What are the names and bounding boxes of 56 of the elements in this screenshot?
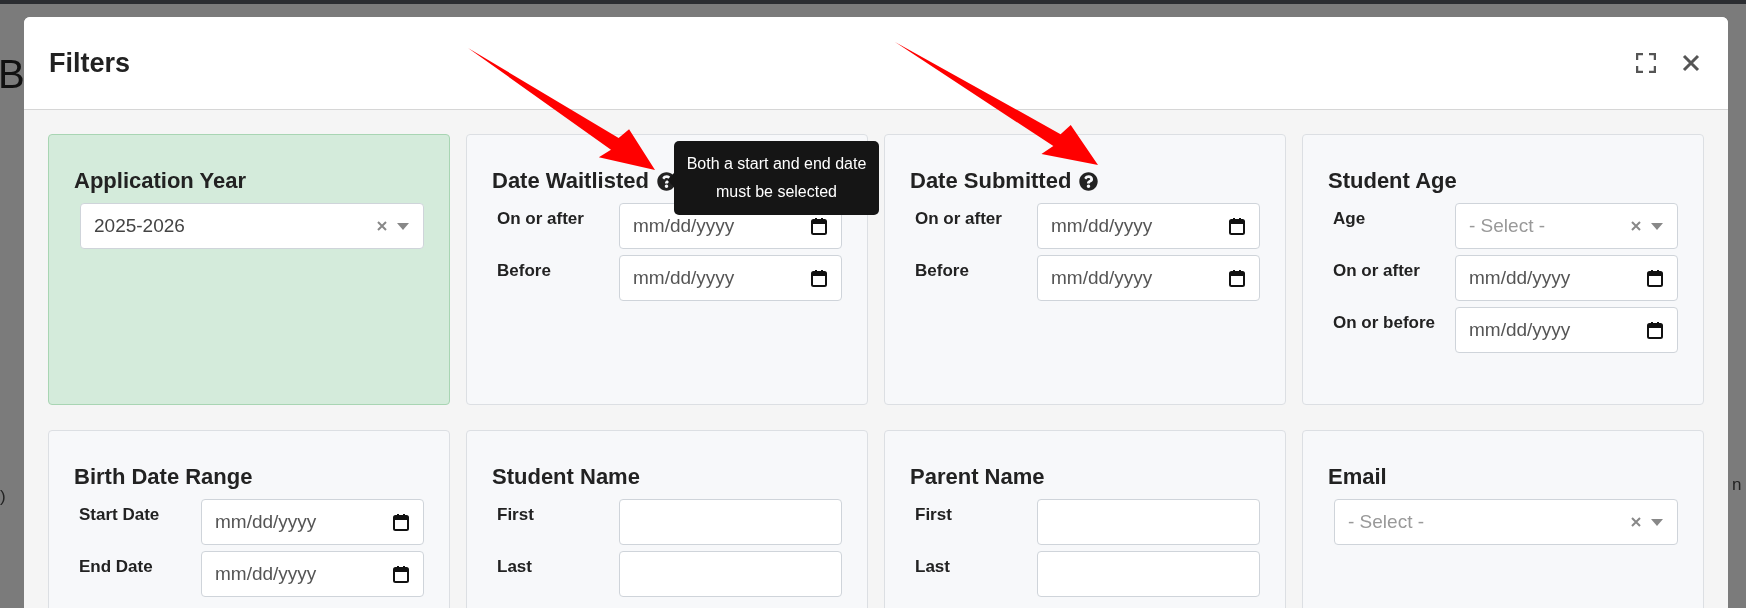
clear-icon[interactable] bbox=[377, 221, 387, 231]
help-icon[interactable] bbox=[656, 171, 676, 191]
date-field[interactable]: mm/dd/yyyy bbox=[1037, 255, 1260, 301]
text-field[interactable] bbox=[619, 499, 842, 545]
clear-icon[interactable] bbox=[1631, 221, 1641, 231]
card-title: Student Name bbox=[492, 463, 640, 491]
field-label: Before bbox=[914, 260, 970, 282]
close-icon[interactable] bbox=[1682, 54, 1700, 72]
caret-icon[interactable] bbox=[397, 222, 409, 230]
calendar-icon[interactable] bbox=[811, 269, 827, 287]
caret-icon[interactable] bbox=[1651, 222, 1663, 230]
date-field[interactable]: mm/dd/yyyy bbox=[619, 255, 842, 301]
field-label: On or after bbox=[914, 208, 1003, 230]
text-field[interactable] bbox=[1037, 499, 1260, 545]
date-field[interactable]: mm/dd/yyyy bbox=[1037, 203, 1260, 249]
field-label: On or before bbox=[1332, 312, 1436, 334]
card-title: Parent Name bbox=[910, 463, 1045, 491]
clear-icon[interactable] bbox=[1631, 517, 1641, 527]
calendar-icon[interactable] bbox=[1229, 217, 1245, 235]
caret-icon[interactable] bbox=[1651, 518, 1663, 526]
field-label: Last bbox=[496, 556, 533, 578]
field-label: Last bbox=[914, 556, 951, 578]
page-heading-fragment: B bbox=[0, 51, 25, 98]
field-label: End Date bbox=[78, 556, 154, 578]
card-title: Date Waitlisted bbox=[492, 167, 649, 195]
field-label: First bbox=[496, 504, 535, 526]
page-text-fragment: n bbox=[1732, 474, 1742, 496]
help-icon[interactable] bbox=[1079, 171, 1099, 191]
card-title: Application Year bbox=[74, 167, 246, 195]
field-label: Before bbox=[496, 260, 552, 282]
modal-title: Filters bbox=[49, 46, 132, 80]
date-field[interactable]: mm/dd/yyyy bbox=[1455, 255, 1678, 301]
text-field[interactable] bbox=[619, 551, 842, 597]
calendar-icon[interactable] bbox=[1647, 321, 1663, 339]
card-title: Date Submitted bbox=[910, 167, 1072, 195]
card-title: Student Age bbox=[1328, 167, 1457, 195]
date-field[interactable]: mm/dd/yyyy bbox=[201, 499, 424, 545]
card-title: Birth Date Range bbox=[74, 463, 253, 491]
field-label: Start Date bbox=[78, 504, 161, 526]
page-text-fragment: ) bbox=[0, 486, 6, 508]
field-label: On or after bbox=[496, 208, 585, 230]
text-field[interactable] bbox=[1037, 551, 1260, 597]
field-label: On or after bbox=[1332, 260, 1421, 282]
fullscreen-icon[interactable] bbox=[1636, 53, 1656, 73]
tooltip: Both a start and end date must be selected bbox=[674, 141, 879, 215]
calendar-icon[interactable] bbox=[1647, 269, 1663, 287]
calendar-icon[interactable] bbox=[393, 513, 409, 531]
date-field[interactable]: mm/dd/yyyy bbox=[1455, 307, 1678, 353]
select-field[interactable]: 2025-2026 bbox=[80, 203, 424, 249]
date-field[interactable]: mm/dd/yyyy bbox=[201, 551, 424, 597]
calendar-icon[interactable] bbox=[811, 217, 827, 235]
calendar-icon[interactable] bbox=[1229, 269, 1245, 287]
field-label: First bbox=[914, 504, 953, 526]
card-title: Email bbox=[1328, 463, 1387, 491]
calendar-icon[interactable] bbox=[393, 565, 409, 583]
field-label: Age bbox=[1332, 208, 1367, 230]
